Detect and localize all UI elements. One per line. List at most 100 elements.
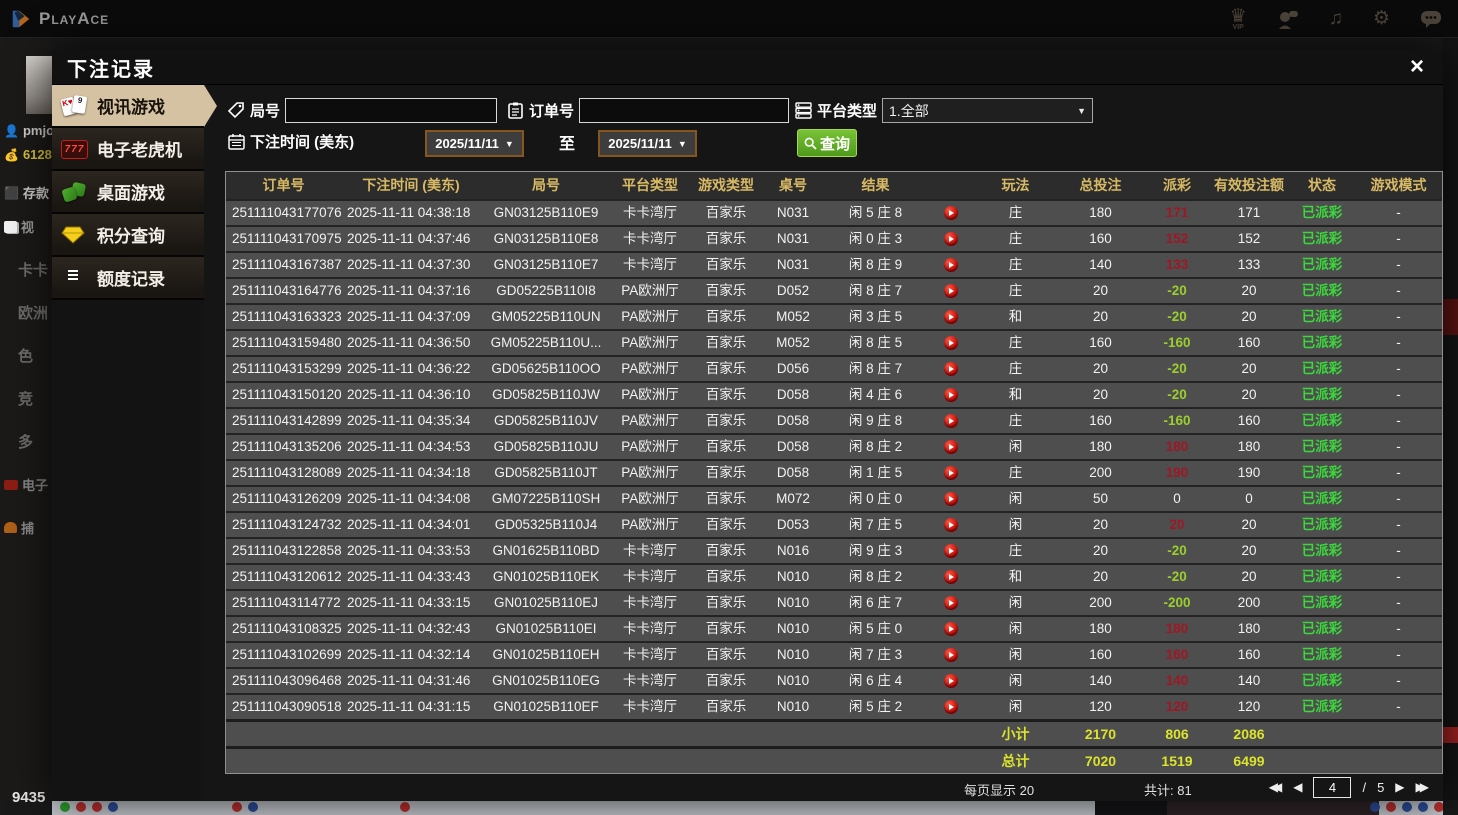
play-video-icon[interactable]	[943, 440, 958, 454]
cell-table-no: N031	[776, 231, 810, 246]
cell-game-mode: -	[1396, 491, 1401, 506]
date-from-picker[interactable]: 2025/11/11 ▼	[425, 130, 524, 157]
play-video-icon[interactable]	[943, 284, 958, 298]
play-video-icon[interactable]	[943, 466, 958, 480]
cell-result: 闲 5 庄 8	[848, 205, 903, 220]
play-video-icon[interactable]	[943, 518, 958, 532]
order-no-input[interactable]	[579, 98, 790, 123]
chat-icon[interactable]	[1420, 10, 1442, 28]
cell-order-no: 251111043090518	[232, 699, 341, 714]
col-header-spacer	[928, 172, 973, 199]
cell-payout: -20	[1167, 283, 1187, 298]
cell-result: 闲 6 庄 4	[848, 673, 903, 688]
sidebar-item-video-games[interactable]: K♥ 9 视讯游戏	[52, 84, 217, 128]
subtotal-valid: 2086	[1233, 726, 1265, 742]
cell-valid-bet: 160	[1237, 647, 1261, 662]
table-row: 251111043150120 2025-11-11 04:36:10 GD05…	[226, 381, 1442, 407]
brand-logo[interactable]: PlayAce	[10, 8, 109, 30]
customer-service-icon[interactable]	[1277, 9, 1299, 29]
cell-play-type: 庄	[1008, 283, 1023, 298]
cell-total-bet: 180	[1089, 621, 1112, 636]
cell-bet-time: 2025-11-11 04:36:22	[347, 361, 471, 376]
cell-total-bet: 20	[1092, 309, 1109, 324]
cell-replay	[928, 461, 973, 485]
query-button[interactable]: 查询	[797, 129, 857, 157]
cell-replay	[928, 643, 973, 667]
modal-title-bar: 下注记录 ×	[52, 50, 1443, 85]
cell-play-type: 和	[1008, 569, 1023, 584]
total-bet: 7020	[1084, 753, 1117, 769]
cell-payout: -20	[1167, 361, 1187, 376]
sidebar-item-points-query[interactable]: 积分查询	[52, 214, 204, 257]
sidebar-item-quota-records[interactable]: 额度记录	[52, 257, 204, 300]
play-video-icon[interactable]	[943, 206, 958, 220]
cell-replay	[928, 409, 973, 433]
first-page-button[interactable]: ◀◀	[1269, 776, 1283, 798]
cell-total-bet: 140	[1089, 673, 1112, 688]
vip-icon[interactable]: ♛ VIP	[1230, 7, 1247, 31]
play-video-icon[interactable]	[943, 414, 958, 428]
play-video-icon[interactable]	[943, 622, 958, 636]
col-header: 游戏类型	[698, 177, 754, 193]
cell-game-mode: -	[1396, 257, 1401, 272]
play-video-icon[interactable]	[943, 596, 958, 610]
music-icon[interactable]: ♫	[1329, 9, 1343, 28]
play-video-icon[interactable]	[943, 310, 958, 324]
play-video-icon[interactable]	[943, 362, 958, 376]
cell-platform: PA欧洲厅	[621, 465, 679, 480]
play-video-icon[interactable]	[943, 674, 958, 688]
play-video-icon[interactable]	[943, 492, 958, 506]
cell-platform: PA欧洲厅	[621, 387, 679, 402]
sidebar-item-table-games[interactable]: 桌面游戏	[52, 171, 204, 214]
cell-order-no: 251111043164776	[232, 283, 341, 298]
cell-round-no: GN01025B110EK	[492, 569, 600, 584]
cell-game-mode: -	[1396, 205, 1401, 220]
cell-bet-time: 2025-11-11 04:37:30	[347, 257, 471, 272]
page-number-input[interactable]: 4	[1313, 776, 1352, 798]
cell-total-bet: 200	[1089, 595, 1112, 610]
cell-platform: PA欧洲厅	[621, 335, 679, 350]
table-row: 251111043102699 2025-11-11 04:32:14 GN01…	[226, 641, 1442, 667]
play-video-icon[interactable]	[943, 544, 958, 558]
cell-total-bet: 50	[1092, 491, 1109, 506]
close-icon[interactable]: ×	[1406, 55, 1428, 79]
cell-game-mode: -	[1396, 413, 1401, 428]
cell-game-type: 百家乐	[705, 465, 747, 480]
cell-payout: 20	[1169, 517, 1185, 532]
settings-gear-icon[interactable]: ⚙	[1373, 9, 1390, 28]
cell-result: 闲 8 庄 9	[848, 257, 903, 272]
sidebar-filler	[52, 300, 204, 801]
cell-valid-bet: 200	[1237, 595, 1261, 610]
platform-type-select[interactable]: 1.全部 ▼	[882, 98, 1094, 123]
dice-cards-icon	[61, 180, 88, 204]
date-to-picker[interactable]: 2025/11/11 ▼	[598, 130, 697, 157]
cell-game-mode: -	[1396, 673, 1401, 688]
cell-valid-bet: 160	[1237, 335, 1261, 350]
cell-game-mode: -	[1396, 309, 1401, 324]
play-video-icon[interactable]	[943, 388, 958, 402]
cell-round-no: GD05825B110JV	[493, 413, 599, 428]
cell-payout: 180	[1165, 439, 1189, 454]
prev-page-button[interactable]: ◀	[1293, 776, 1302, 798]
sidebar-item-slots[interactable]: 777 电子老虎机	[52, 128, 204, 171]
play-video-icon[interactable]	[943, 232, 958, 246]
last-page-button[interactable]: ▶▶	[1416, 776, 1430, 798]
table-row: 251111043153299 2025-11-11 04:36:22 GD05…	[226, 355, 1442, 381]
cell-game-mode: -	[1396, 543, 1401, 558]
play-video-icon[interactable]	[943, 700, 958, 714]
next-page-button[interactable]: ▶	[1395, 776, 1404, 798]
cell-status: 已派彩	[1301, 361, 1343, 376]
cell-valid-bet: 160	[1237, 413, 1261, 428]
table-row: 251111043128089 2025-11-11 04:34:18 GD05…	[226, 459, 1442, 485]
cell-total-bet: 160	[1089, 335, 1112, 350]
cell-total-bet: 180	[1089, 205, 1112, 220]
cell-status: 已派彩	[1301, 231, 1343, 246]
play-video-icon[interactable]	[943, 258, 958, 272]
round-no-input[interactable]	[285, 98, 498, 123]
cell-game-mode: -	[1396, 595, 1401, 610]
cell-replay	[928, 357, 973, 381]
play-video-icon[interactable]	[943, 570, 958, 584]
table-row: 251111043124732 2025-11-11 04:34:01 GD05…	[226, 511, 1442, 537]
play-video-icon[interactable]	[943, 336, 958, 350]
play-video-icon[interactable]	[943, 648, 958, 662]
